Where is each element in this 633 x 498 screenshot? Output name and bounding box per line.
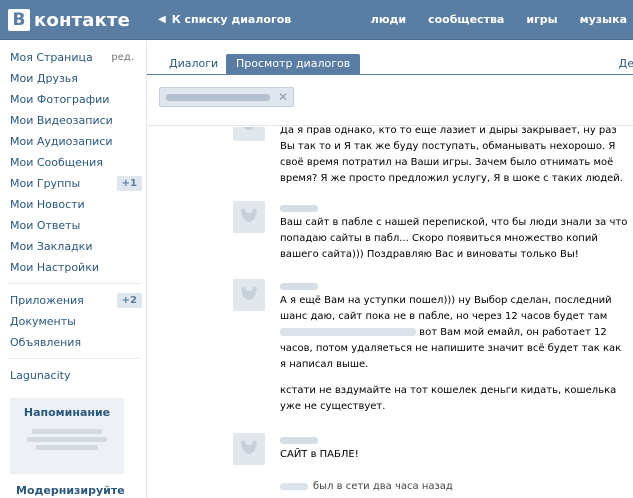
sidebar-item-messages[interactable]: Мои Сообщения [0,152,146,173]
sidebar-item-documents[interactable]: Документы [0,311,146,332]
tab-right-truncated[interactable]: Де [619,54,633,75]
modernize-link[interactable]: Модернизируйте [16,484,146,497]
sidebar-item-my-page[interactable]: Моя Страница ред. [0,47,146,68]
back-to-dialogs-link[interactable]: ◀ К списку диалогов [158,13,291,26]
online-status: был в сети два часа назад [280,481,453,492]
message-text: САЙТ в ПАБЛЕ! [280,449,359,460]
back-link-label: К списку диалогов [171,13,292,26]
reminder-blurred-text [27,429,107,455]
message-text: Ваш сайт в пабле с нашей перепиской, что… [280,217,628,260]
edit-link[interactable]: ред. [111,47,134,68]
status-text: был в сети два часа назад [313,481,453,492]
dog-avatar-icon [241,440,257,454]
sidebar-divider [8,358,140,359]
message-text: Да я прав однако, кто то ещё лазиет и ды… [280,127,623,184]
participant-chip[interactable]: ✕ [159,87,294,107]
dog-avatar-icon [241,286,257,300]
message-item: САЙТ в ПАБЛЕ! [147,433,633,473]
author-name-blurred[interactable] [280,205,318,212]
message-text-part: А я ещё Вам на уступки пошел))) ну Выбор… [280,295,612,322]
sidebar-item-videos[interactable]: Мои Видеозаписи [0,110,146,131]
sidebar-item-label: Моя Страница [10,51,93,64]
close-icon[interactable]: ✕ [278,90,288,104]
participant-filter: ✕ [147,76,633,126]
message-item: Да я прав однако, кто то ещё лазиет и ды… [147,127,633,194]
reminder-title: Напоминание [23,406,111,419]
sidebar-item-label: Мои Аудиозаписи [10,135,113,148]
sidebar-item-settings[interactable]: Мои Настройки [0,257,146,278]
nav-games[interactable]: игры [526,13,557,26]
sidebar-item-groups[interactable]: Мои Группы +1 [0,173,146,194]
message-text: кстати не вздумайте на тот кошелек деньг… [280,385,617,412]
nav-music[interactable]: музыка [580,13,627,26]
sidebar-item-label: Мои Видеозаписи [10,114,113,127]
sidebar-item-bookmarks[interactable]: Мои Закладки [0,236,146,257]
sidebar-item-label: Мои Группы [10,177,81,190]
sidebar-item-friends[interactable]: Мои Друзья [0,68,146,89]
vk-logo[interactable]: В контакте [8,8,130,32]
participant-name-blurred [166,93,270,101]
sidebar-item-label: Lagunacity [10,369,71,382]
email-blurred [280,328,416,336]
apps-count-badge: +2 [116,293,142,308]
tab-bar: Диалоги Просмотр диалогов Де [147,41,633,75]
avatar[interactable] [233,127,265,141]
nav-communities[interactable]: сообщества [428,13,504,26]
author-name-blurred[interactable] [280,437,318,444]
dog-avatar-icon [241,208,257,222]
sidebar-item-label: Мои Новости [10,198,85,211]
sidebar-item-label: Мои Друзья [10,72,78,85]
sidebar-item-label: Мои Закладки [10,240,93,253]
avatar[interactable] [233,201,265,233]
sidebar-item-label: Документы [10,315,76,328]
message-item: Ваш сайт в пабле с нашей перепиской, что… [147,201,633,276]
reminder-box: Напоминание [10,398,124,474]
main-content: Диалоги Просмотр диалогов Де ✕ Да я прав… [146,41,633,498]
nav-people[interactable]: люди [371,13,406,26]
sidebar-item-label: Мои Сообщения [10,156,103,169]
message-list: Да я прав однако, кто то ещё лазиет и ды… [147,127,633,498]
user-name-blurred[interactable] [280,482,308,490]
sidebar-item-ads[interactable]: Объявления [0,332,146,353]
top-nav: люди сообщества игры музыка [349,13,627,26]
author-name-blurred[interactable] [280,283,318,290]
sidebar-item-label: Мои Фотографии [10,93,110,106]
logo-letter: В [8,9,30,31]
groups-count-badge: +1 [116,176,142,191]
tab-view-dialogs[interactable]: Просмотр диалогов [226,54,361,75]
sidebar-item-label: Объявления [10,336,82,349]
message-item: А я ещё Вам на уступки пошел))) ну Выбор… [147,279,633,429]
logo-text: контакте [34,9,131,31]
dog-avatar-icon [243,127,255,130]
sidebar-item-lagunacity[interactable]: Lagunacity [0,365,146,386]
sidebar-item-photos[interactable]: Мои Фотографии [0,89,146,110]
top-header: В контакте ◀ К списку диалогов люди сооб… [0,0,633,40]
sidebar-item-label: Приложения [10,294,84,307]
sidebar-item-label: Мои Ответы [10,219,81,232]
avatar[interactable] [233,279,265,311]
tab-dialogs[interactable]: Диалоги [159,54,228,75]
sidebar-item-answers[interactable]: Мои Ответы [0,215,146,236]
sidebar-item-news[interactable]: Мои Новости [0,194,146,215]
sidebar-divider [8,283,140,284]
back-arrow-icon: ◀ [158,14,166,25]
avatar[interactable] [233,433,265,465]
sidebar-item-apps[interactable]: Приложения +2 [0,290,146,311]
left-sidebar: Моя Страница ред. Мои Друзья Мои Фотогра… [0,41,146,498]
sidebar-item-label: Мои Настройки [10,261,99,274]
message-text: А я ещё Вам на уступки пошел))) ну Выбор… [280,293,630,373]
sidebar-item-audio[interactable]: Мои Аудиозаписи [0,131,146,152]
